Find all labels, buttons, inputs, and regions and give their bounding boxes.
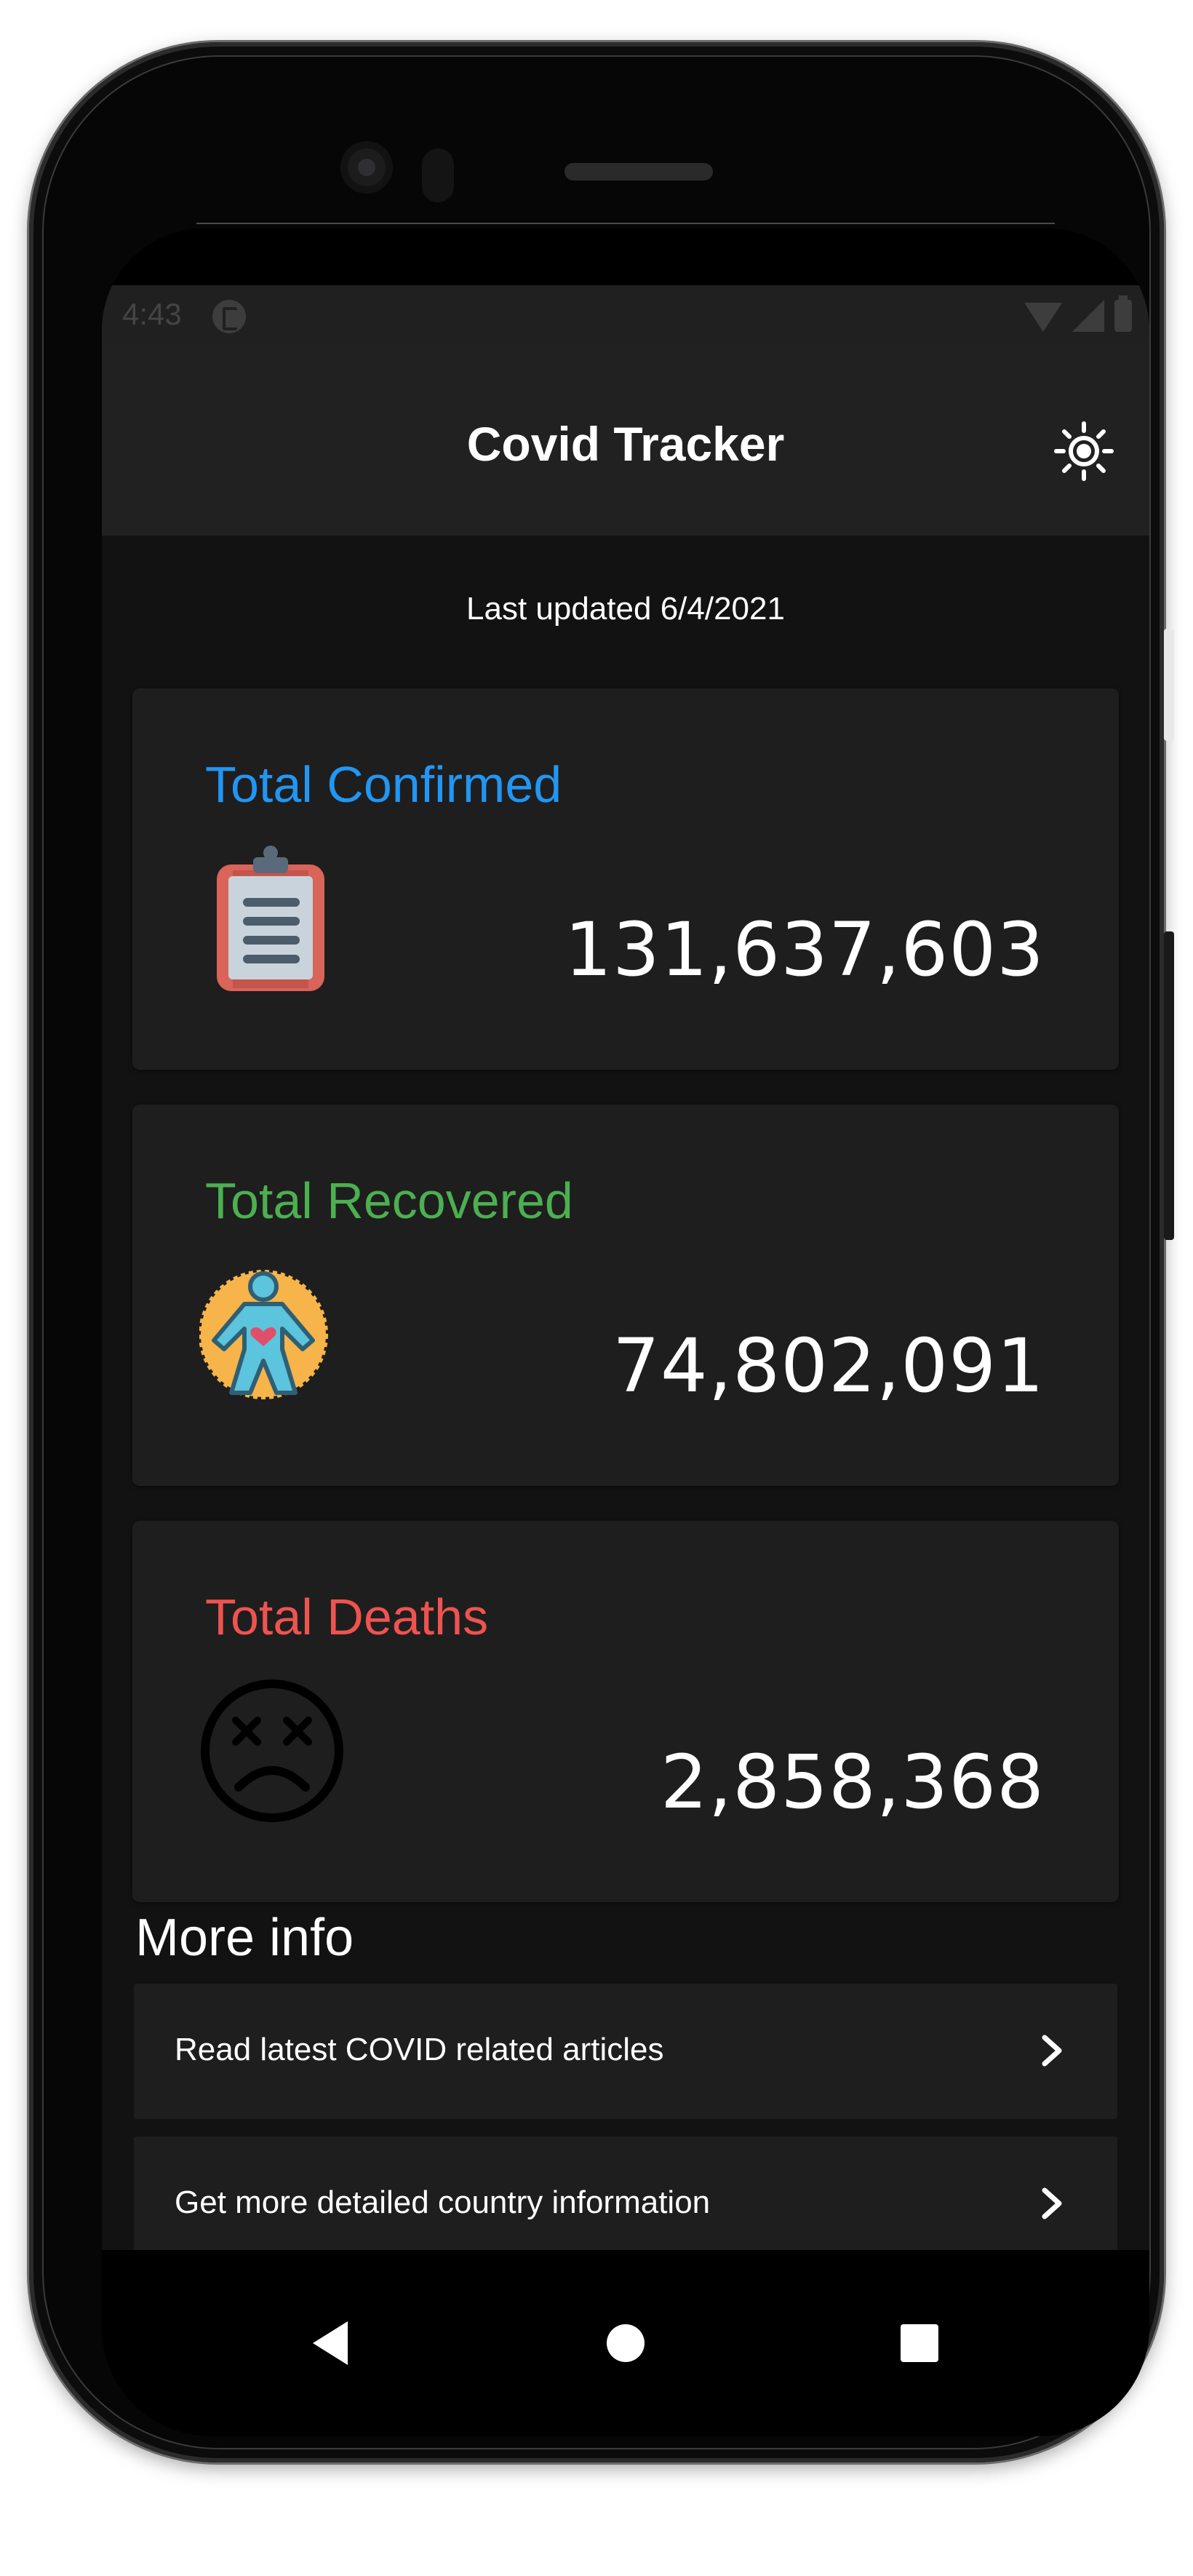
more-info-heading: More info bbox=[135, 1909, 354, 1967]
sun-icon bbox=[1054, 421, 1114, 481]
clipboard-icon bbox=[199, 846, 345, 991]
battery-icon bbox=[1114, 295, 1132, 332]
phone-frame: 4:43 Covid Tracker Last updated 6/4/2021… bbox=[29, 42, 1174, 2462]
recents-square-icon bbox=[901, 2324, 938, 2362]
app-bar: Covid Tracker bbox=[102, 345, 1149, 536]
notification-app-icon bbox=[212, 300, 246, 333]
power-button bbox=[1164, 629, 1174, 741]
last-updated-text: Last updated 6/4/2021 bbox=[466, 591, 785, 627]
app-title: Covid Tracker bbox=[466, 417, 785, 471]
recents-button[interactable] bbox=[885, 2308, 954, 2378]
cell-signal-icon bbox=[1072, 300, 1104, 332]
earpiece-speaker bbox=[564, 163, 713, 180]
healthy-person-icon bbox=[199, 1262, 345, 1407]
home-button[interactable] bbox=[591, 2308, 661, 2378]
stat-value: 74,802,091 bbox=[612, 1323, 1045, 1410]
system-nav-bar bbox=[102, 2250, 1149, 2436]
wifi-icon bbox=[1024, 303, 1062, 332]
link-label: Get more detailed country information bbox=[175, 2185, 711, 2220]
stat-card-confirmed: Total Confirmed 131,637,603 bbox=[132, 688, 1119, 1070]
status-bar: 4:43 bbox=[102, 285, 1149, 345]
link-label: Read latest COVID related articles bbox=[175, 2032, 664, 2067]
back-triangle-icon bbox=[313, 2321, 348, 2365]
articles-link[interactable]: Read latest COVID related articles bbox=[134, 1984, 1117, 2119]
stat-label: Total Confirmed bbox=[205, 756, 562, 813]
proximity-sensor bbox=[422, 148, 454, 202]
status-time: 4:43 bbox=[122, 297, 182, 331]
stat-card-recovered: Total Recovered 74,802,091 bbox=[132, 1105, 1119, 1486]
home-circle-icon bbox=[607, 2324, 645, 2362]
stat-value: 2,858,368 bbox=[660, 1739, 1045, 1826]
app-content: 4:43 Covid Tracker Last updated 6/4/2021… bbox=[102, 285, 1149, 2272]
stat-label: Total Deaths bbox=[205, 1589, 489, 1645]
chevron-right-icon bbox=[1042, 2035, 1062, 2067]
volume-rocker bbox=[1164, 931, 1174, 1240]
back-button[interactable] bbox=[295, 2308, 365, 2378]
screen: 4:43 Covid Tracker Last updated 6/4/2021… bbox=[102, 228, 1149, 2436]
stat-label: Total Recovered bbox=[205, 1172, 573, 1229]
theme-toggle-button[interactable] bbox=[1053, 421, 1114, 482]
chevron-right-icon bbox=[1042, 2187, 1062, 2219]
screen-edge bbox=[196, 223, 1055, 224]
stat-value: 131,637,603 bbox=[564, 907, 1045, 993]
status-indicators bbox=[1024, 295, 1132, 332]
dead-face-icon bbox=[199, 1678, 345, 1824]
front-camera bbox=[340, 141, 393, 194]
stat-card-deaths: Total Deaths 2,858,368 bbox=[132, 1521, 1119, 1902]
